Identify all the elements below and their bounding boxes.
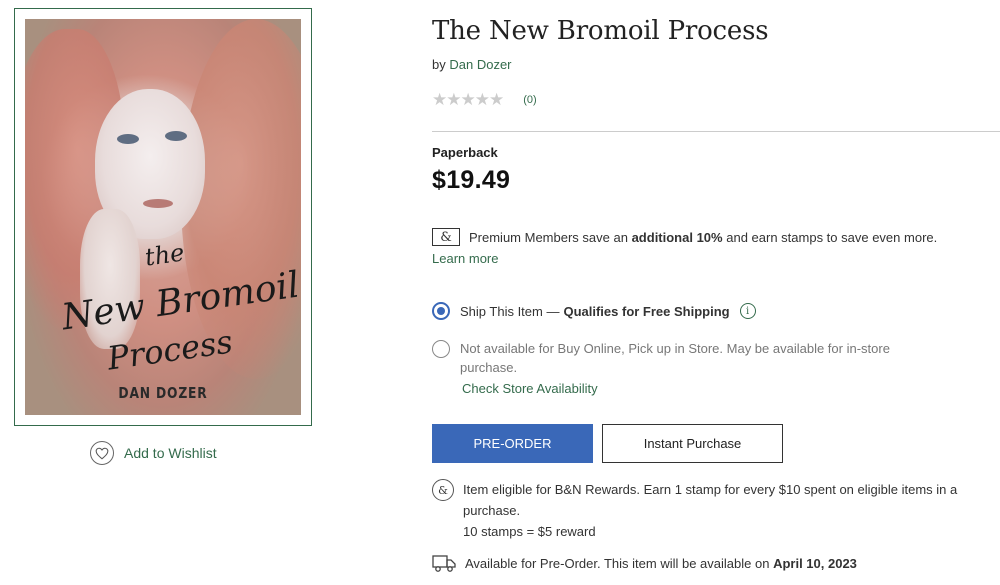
wishlist-label[interactable]: Add to Wishlist bbox=[124, 445, 217, 461]
pickup-radio[interactable] bbox=[432, 340, 450, 358]
price: $19.49 bbox=[432, 166, 511, 194]
ampersand-icon: & bbox=[432, 228, 460, 246]
rewards-text: Item eligible for B&N Rewards. Earn 1 st… bbox=[463, 479, 1000, 542]
book-cover-frame[interactable]: the New Bromoil Process DAN DOZER bbox=[14, 8, 312, 426]
cover-eye-left bbox=[117, 134, 139, 144]
instant-purchase-button[interactable]: Instant Purchase bbox=[602, 424, 783, 463]
pickup-text: Not available for Buy Online, Pick up in… bbox=[460, 341, 890, 375]
premium-text-after: and earn stamps to save even more. bbox=[726, 229, 938, 245]
by-label: by bbox=[432, 57, 446, 72]
pre-order-button[interactable]: PRE-ORDER bbox=[432, 424, 593, 463]
preorder-date: April 10, 2023 bbox=[773, 555, 857, 571]
rewards-note: & Item eligible for B&N Rewards. Earn 1 … bbox=[432, 479, 1000, 542]
premium-text-before: Premium Members save an bbox=[469, 229, 628, 245]
cover-eye-right bbox=[165, 131, 187, 141]
format-label: Paperback bbox=[432, 145, 498, 160]
cover-title-the: the bbox=[143, 238, 187, 272]
premium-text-bold: additional 10% bbox=[631, 229, 723, 245]
book-cover-image[interactable]: the New Bromoil Process DAN DOZER bbox=[25, 19, 301, 415]
rating-stars-icon: ★★★★★ bbox=[432, 90, 504, 109]
author-link[interactable]: Dan Dozer bbox=[449, 57, 511, 72]
cover-lips bbox=[143, 199, 173, 208]
rating-count[interactable]: (0) bbox=[523, 94, 536, 106]
ship-this-item-option[interactable]: Ship This Item — Qualifies for Free Ship… bbox=[432, 302, 756, 320]
rating[interactable]: ★★★★★ (0) bbox=[432, 90, 537, 110]
preorder-text: Available for Pre-Order. This item will … bbox=[465, 555, 770, 571]
rewards-line-2: 10 stamps = $5 reward bbox=[463, 524, 596, 539]
rewards-line-1: Item eligible for B&N Rewards. Earn 1 st… bbox=[463, 482, 958, 518]
free-shipping-label: Qualifies for Free Shipping bbox=[563, 303, 730, 319]
divider bbox=[432, 131, 1000, 132]
ship-label: Ship This Item — bbox=[460, 303, 560, 319]
heart-icon[interactable] bbox=[90, 441, 114, 465]
cover-author: DAN DOZER bbox=[118, 384, 208, 402]
product-title: The New Bromoil Process bbox=[432, 16, 769, 46]
check-store-availability-link[interactable]: Check Store Availability bbox=[462, 381, 598, 396]
preorder-availability-note: Available for Pre-Order. This item will … bbox=[432, 554, 857, 572]
premium-members-note: & Premium Members save an additional 10%… bbox=[432, 228, 937, 246]
ampersand-icon: & bbox=[432, 479, 454, 501]
add-to-wishlist-button[interactable]: Add to Wishlist bbox=[90, 441, 217, 465]
learn-more-link[interactable]: Learn more bbox=[432, 251, 498, 266]
byline: by Dan Dozer bbox=[432, 57, 512, 72]
info-icon[interactable]: i bbox=[739, 303, 756, 319]
pickup-in-store-option[interactable]: Not available for Buy Online, Pick up in… bbox=[432, 340, 930, 377]
ship-radio[interactable] bbox=[432, 302, 450, 320]
truck-icon bbox=[432, 555, 456, 572]
